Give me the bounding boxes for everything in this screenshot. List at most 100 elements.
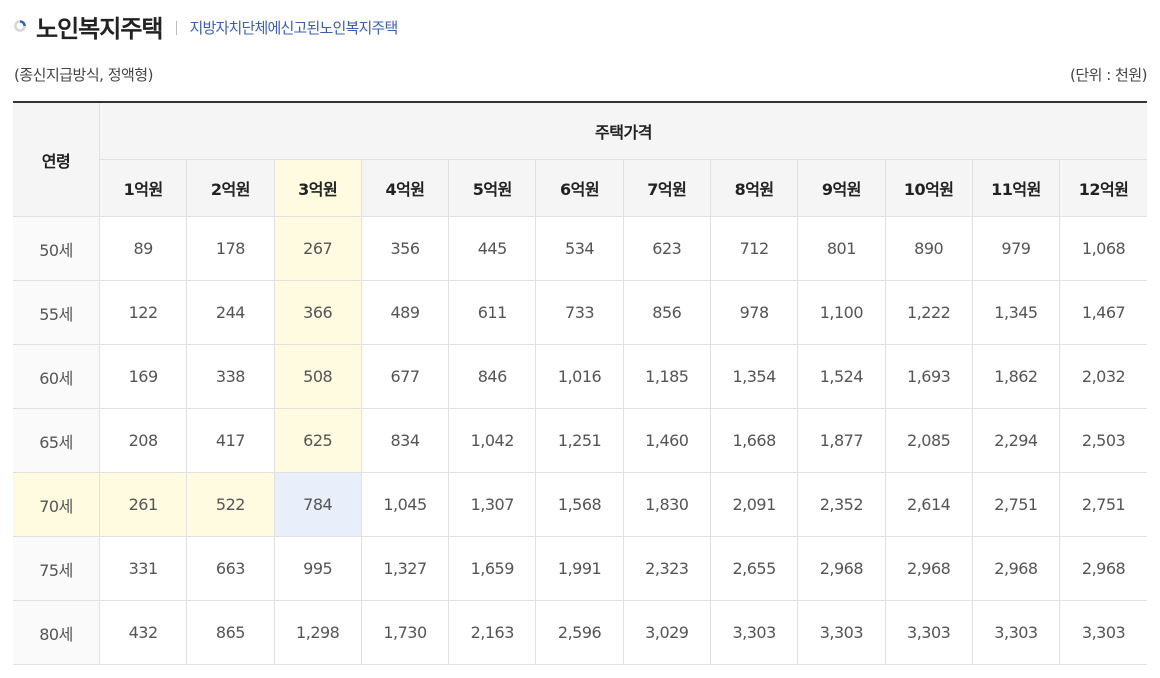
value-cell: 2,968 (1059, 536, 1147, 601)
price-columns-row: 1억원 2억원 3억원 4억원 5억원 6억원 7억원 8억원 9억원 10억원 11억원 12억원 (13, 159, 1147, 217)
value-cell: 1,185 (622, 344, 711, 409)
age-cell: 70세 (13, 472, 100, 537)
value-cell: 979 (971, 216, 1061, 281)
payment-method-note: (종신지급방식, 정액형) (14, 66, 153, 84)
page-header: 노인복지주택 지방자치단체에신고된노인복지주택 (14, 8, 398, 44)
age-cell: 80세 (13, 600, 100, 665)
value-cell: 489 (360, 280, 450, 345)
value-cell: 3,029 (622, 600, 711, 665)
value-cell: 1,222 (884, 280, 973, 345)
value-cell: 508 (273, 344, 362, 409)
value-cell: 846 (448, 344, 537, 409)
value-cell: 1,524 (797, 344, 886, 409)
table-row: 60세 169 338 508 677 846 1,016 1,185 1,354 1,524 1,… (13, 344, 1147, 409)
value-cell: 534 (535, 216, 624, 281)
value-cell: 3,303 (709, 600, 799, 665)
value-cell: 2,085 (884, 408, 973, 473)
table-row: 50세 89 178 267 356 445 534 623 712 801 890 979 1,068 (13, 216, 1147, 281)
value-cell: 2,968 (884, 536, 973, 601)
value-cell: 3,303 (884, 600, 973, 665)
price-column-header: 11억원 (971, 159, 1061, 217)
value-cell: 1,345 (971, 280, 1061, 345)
value-cell: 522 (186, 472, 275, 537)
value-cell: 2,091 (709, 472, 799, 537)
value-cell: 356 (360, 216, 450, 281)
value-cell: 611 (448, 280, 537, 345)
value-cell: 261 (98, 472, 188, 537)
price-column-header: 6억원 (535, 159, 624, 217)
price-column-header: 8억원 (709, 159, 799, 217)
value-cell: 712 (709, 216, 799, 281)
price-column-header: 5억원 (448, 159, 537, 217)
value-cell: 1,668 (709, 408, 799, 473)
value-cell: 677 (360, 344, 450, 409)
value-cell: 1,693 (884, 344, 973, 409)
age-cell: 75세 (13, 536, 100, 601)
value-cell: 331 (98, 536, 188, 601)
value-cell: 733 (535, 280, 624, 345)
value-cell: 3,303 (797, 600, 886, 665)
value-cell: 3,303 (971, 600, 1061, 665)
value-cell: 1,016 (535, 344, 624, 409)
table-row: 55세 122 244 366 489 611 733 856 978 1,100 1,222 1,3… (13, 280, 1147, 345)
price-column-header: 9억원 (797, 159, 886, 217)
value-cell: 432 (98, 600, 188, 665)
age-cell: 60세 (13, 344, 100, 409)
value-cell: 1,045 (360, 472, 450, 537)
value-cell: 1,100 (797, 280, 886, 345)
value-cell: 2,294 (971, 408, 1061, 473)
table-header-row: 연령 주택가격 (13, 101, 1147, 217)
value-cell: 3,303 (1059, 600, 1147, 665)
age-column-header: 연령 (13, 101, 100, 217)
value-cell: 366 (273, 280, 362, 345)
value-cell: 2,968 (797, 536, 886, 601)
value-cell: 1,354 (709, 344, 799, 409)
value-cell: 169 (98, 344, 188, 409)
value-cell: 2,352 (797, 472, 886, 537)
price-column-header: 4억원 (360, 159, 450, 217)
value-cell: 178 (186, 216, 275, 281)
value-cell: 1,877 (797, 408, 886, 473)
value-cell: 2,163 (448, 600, 537, 665)
age-cell: 55세 (13, 280, 100, 345)
price-column-header: 12억원 (1059, 159, 1147, 217)
value-cell: 445 (448, 216, 537, 281)
value-cell: 1,467 (1059, 280, 1147, 345)
value-cell: 663 (186, 536, 275, 601)
table-row: 70세 261 522 784 1,045 1,307 1,568 1,830 2,091 2,3… (13, 472, 1147, 537)
value-cell: 1,991 (535, 536, 624, 601)
value-cell: 2,968 (971, 536, 1061, 601)
age-cell: 65세 (13, 408, 100, 473)
value-cell: 1,568 (535, 472, 624, 537)
value-cell: 865 (186, 600, 275, 665)
value-cell: 1,327 (360, 536, 450, 601)
table-row: 65세 208 417 625 834 1,042 1,251 1,460 1,668 1,877… (13, 408, 1147, 473)
value-cell: 2,751 (971, 472, 1061, 537)
value-cell: 625 (273, 408, 362, 473)
price-column-header: 2억원 (186, 159, 275, 217)
price-column-header: 7억원 (622, 159, 711, 217)
value-cell: 1,830 (622, 472, 711, 537)
house-price-header: 주택가격 (99, 101, 1147, 160)
value-cell: 978 (709, 280, 799, 345)
value-cell: 2,614 (884, 472, 973, 537)
value-cell: 1,068 (1059, 216, 1147, 281)
value-cell: 89 (98, 216, 188, 281)
value-cell: 1,042 (448, 408, 537, 473)
price-column-header: 3억원 (273, 159, 362, 217)
circle-bullet-icon (14, 20, 26, 32)
value-cell: 1,460 (622, 408, 711, 473)
value-cell: 122 (98, 280, 188, 345)
value-cell: 2,503 (1059, 408, 1147, 473)
value-cell: 1,251 (535, 408, 624, 473)
value-cell: 856 (622, 280, 711, 345)
value-cell: 623 (622, 216, 711, 281)
table-body: 50세 89 178 267 356 445 534 623 712 801 890 979 1,068… (13, 216, 1147, 665)
unit-note: (단위 : 천원) (1070, 66, 1148, 84)
value-cell: 267 (273, 216, 362, 281)
value-cell: 2,323 (622, 536, 711, 601)
value-cell: 1,659 (448, 536, 537, 601)
value-cell: 890 (884, 216, 973, 281)
value-cell: 417 (186, 408, 275, 473)
table-row: 75세 331 663 995 1,327 1,659 1,991 2,323 2,655 2,9… (13, 536, 1147, 601)
